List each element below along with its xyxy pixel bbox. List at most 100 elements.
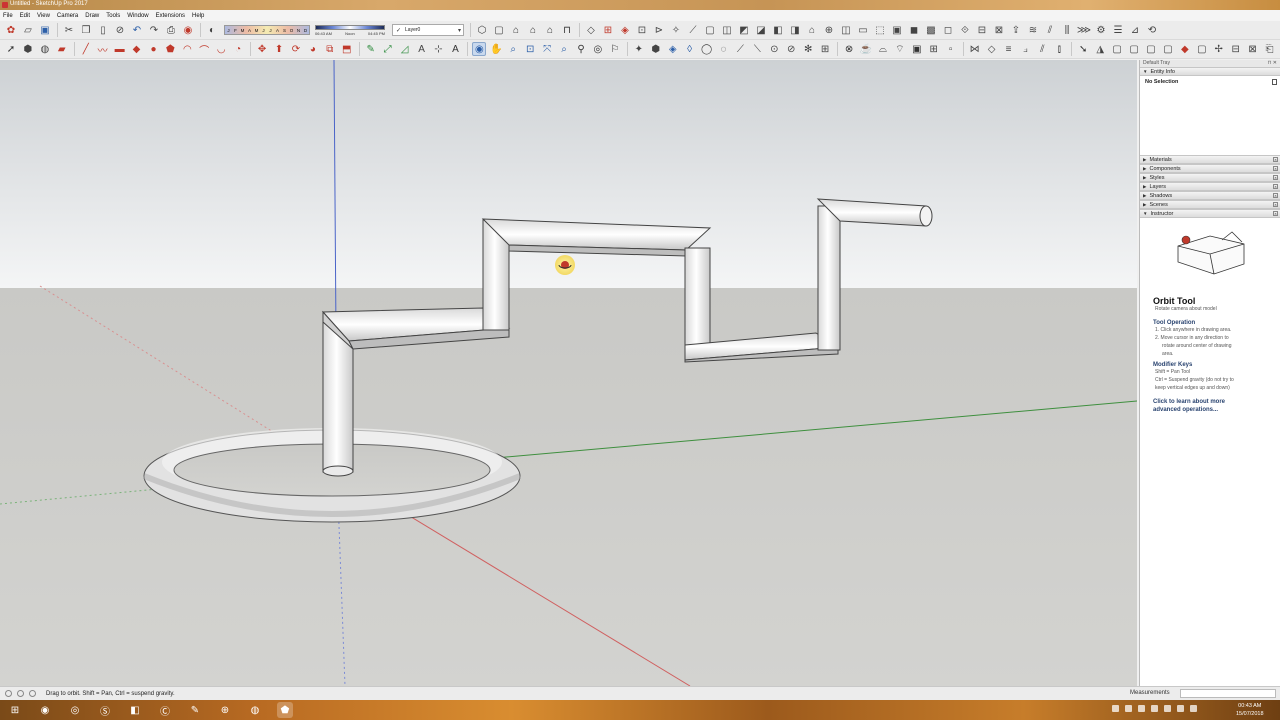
3d-text-icon[interactable]: A [448,42,462,56]
fillet-icon[interactable]: ⌔ [893,42,907,56]
copy-icon[interactable]: ❐ [79,23,93,37]
tray-icon[interactable]: ⊟ [1229,42,1243,56]
open-icon[interactable]: ▱ [21,23,35,37]
redo-icon[interactable]: ↷ [147,23,161,37]
top-view-icon[interactable]: ▢ [492,23,506,37]
walk-icon[interactable]: ⚲ [574,42,588,56]
box5-icon[interactable]: ▢ [1195,42,1209,56]
three-point-arc-icon[interactable]: ◡ [214,42,228,56]
blank-icon[interactable]: ▫ [944,42,958,56]
undo-icon[interactable]: ↶ [130,23,144,37]
style-backedges-icon[interactable]: ▭ [856,23,870,37]
two-point-arc-icon[interactable]: ⌒ [197,42,211,57]
add-detail-icon[interactable]: ✧ [669,23,683,37]
tape-icon[interactable]: ◯ [700,42,714,56]
chrome-alt-icon[interactable]: ◎ [67,702,83,718]
solid-subtract-icon[interactable]: ◪ [754,23,768,37]
menu-extensions[interactable]: Extensions [156,13,185,19]
offset-icon[interactable]: ⬒ [340,42,354,56]
round-corner-icon[interactable]: ⌓ [876,42,890,56]
tray-icon[interactable] [1151,705,1158,712]
display-cuts-icon[interactable]: ◊ [683,42,697,56]
shadow-toggle-icon[interactable]: ◐ [205,23,219,37]
paint-icon[interactable]: ✎ [187,702,203,718]
pin-icon[interactable]: ⊓ ✕ [1268,60,1277,66]
shadow-month-slider[interactable]: J F M A M J J A S O N D [224,25,310,35]
front-view-icon[interactable]: ⌂ [509,23,523,37]
walkthrough-icon[interactable]: ⟍ [750,42,764,56]
eraser-icon[interactable]: ▰ [55,42,69,56]
cut-icon[interactable]: ✂ [62,23,76,37]
paint-bucket-icon[interactable]: ◍ [38,42,52,56]
orbit-icon[interactable]: ◉ [472,42,487,56]
sketchup-taskbar-icon[interactable]: ⬟ [277,702,293,718]
section-display-icon[interactable]: ⊟ [975,23,989,37]
tray-icon[interactable] [1177,705,1184,712]
circle-icon[interactable]: ● [147,42,161,56]
panel-components[interactable]: ▶ Components × [1140,164,1280,173]
menu-camera[interactable]: Camera [57,13,78,19]
scale-icon[interactable]: ⧉ [323,42,337,56]
close-icon[interactable]: × [1273,175,1278,180]
credits-icon[interactable] [17,690,24,697]
classifier-icon[interactable]: ⊿ [1128,23,1142,37]
dimension-icon[interactable]: ⤢ [381,42,395,56]
slash-icon[interactable]: ⫽ [1035,42,1049,56]
previous-view-icon[interactable]: ⌕ [557,42,571,56]
solid-union-icon[interactable]: ◩ [737,23,751,37]
help-icon[interactable] [29,690,36,697]
teapot-icon[interactable]: ☕ [859,42,873,56]
look-around-icon[interactable]: ◎ [591,42,605,56]
clock[interactable]: 00:43 AM 15/07/2018 [1236,702,1264,718]
rectangle-icon[interactable]: ▬ [113,42,127,56]
solid-intersect-icon[interactable]: ◫ [720,23,734,37]
close-icon[interactable]: × [1273,157,1278,162]
menu-window[interactable]: Window [127,13,148,19]
rotated-rectangle-icon[interactable]: ◆ [130,42,144,56]
paste-icon[interactable]: ▯ [96,23,110,37]
save-icon[interactable]: ▣ [38,23,52,37]
scene-icon[interactable]: ⊘ [784,42,798,56]
box2-icon[interactable]: ▢ [1127,42,1141,56]
protractor-icon[interactable]: ◿ [398,42,412,56]
style-hidden-line-icon[interactable]: ▣ [890,23,904,37]
menu-edit[interactable]: Edit [20,13,30,19]
box4-icon[interactable]: ▢ [1161,42,1175,56]
rotate-icon[interactable]: ⟳ [289,42,303,56]
learn-more-link[interactable]: Click to learn about more advanced opera… [1153,398,1267,414]
pipe-segment[interactable] [817,205,841,351]
section-plane-icon[interactable]: ⟐ [958,23,972,37]
line-icon[interactable]: ╱ [79,42,93,56]
style-wireframe-icon[interactable]: ⬚ [873,23,887,37]
intersect-icon[interactable]: ◌ [717,42,731,56]
component-icon[interactable]: ⬢ [649,42,663,56]
profile-icon[interactable]: ⫼ [1060,23,1074,37]
camera-icon[interactable]: ✻ [801,42,815,56]
solid-outer-shell-icon[interactable]: ▢ [703,23,717,37]
tray-icon[interactable] [1138,705,1145,712]
tray-icon[interactable] [1125,705,1132,712]
tray-icon[interactable] [1190,705,1197,712]
display-section-icon[interactable]: ◈ [666,42,680,56]
warehouse-icon[interactable]: ⌂ [805,23,819,37]
layer-dropdown[interactable]: ✓ Layer0 ▾ [392,24,464,36]
outliner-icon[interactable]: ⟋ [733,42,747,56]
fog-icon[interactable]: ≋ [1026,23,1040,37]
model-info-icon[interactable]: ◉ [181,23,195,37]
style-textured-icon[interactable]: ▩ [924,23,938,37]
solid-split-icon[interactable]: ◨ [788,23,802,37]
polygon-icon[interactable]: ⬟ [163,42,177,56]
pointer-icon[interactable]: ➘ [1076,42,1090,56]
trimble-connect-icon[interactable]: ⟲ [1145,23,1159,37]
zoom-extents-icon[interactable]: ⤧ [540,42,554,56]
depth-cue-icon[interactable]: ⋙ [1077,23,1091,37]
smoove-icon[interactable]: ◈ [618,23,632,37]
ruby-icon[interactable]: ◆ [1178,42,1192,56]
position-camera-icon[interactable]: ⚐ [608,42,622,56]
geolocation-icon[interactable] [5,690,12,697]
section-plane-tool-icon[interactable]: ✦ [632,42,646,56]
edge-style-icon[interactable]: ⫽ [1043,23,1057,37]
shadow-time-slider[interactable]: 06:43 AM Noon 04:45 PM [315,24,385,36]
axes-icon[interactable]: ⊹ [432,42,446,56]
freehand-icon[interactable]: 〰 [96,42,110,57]
